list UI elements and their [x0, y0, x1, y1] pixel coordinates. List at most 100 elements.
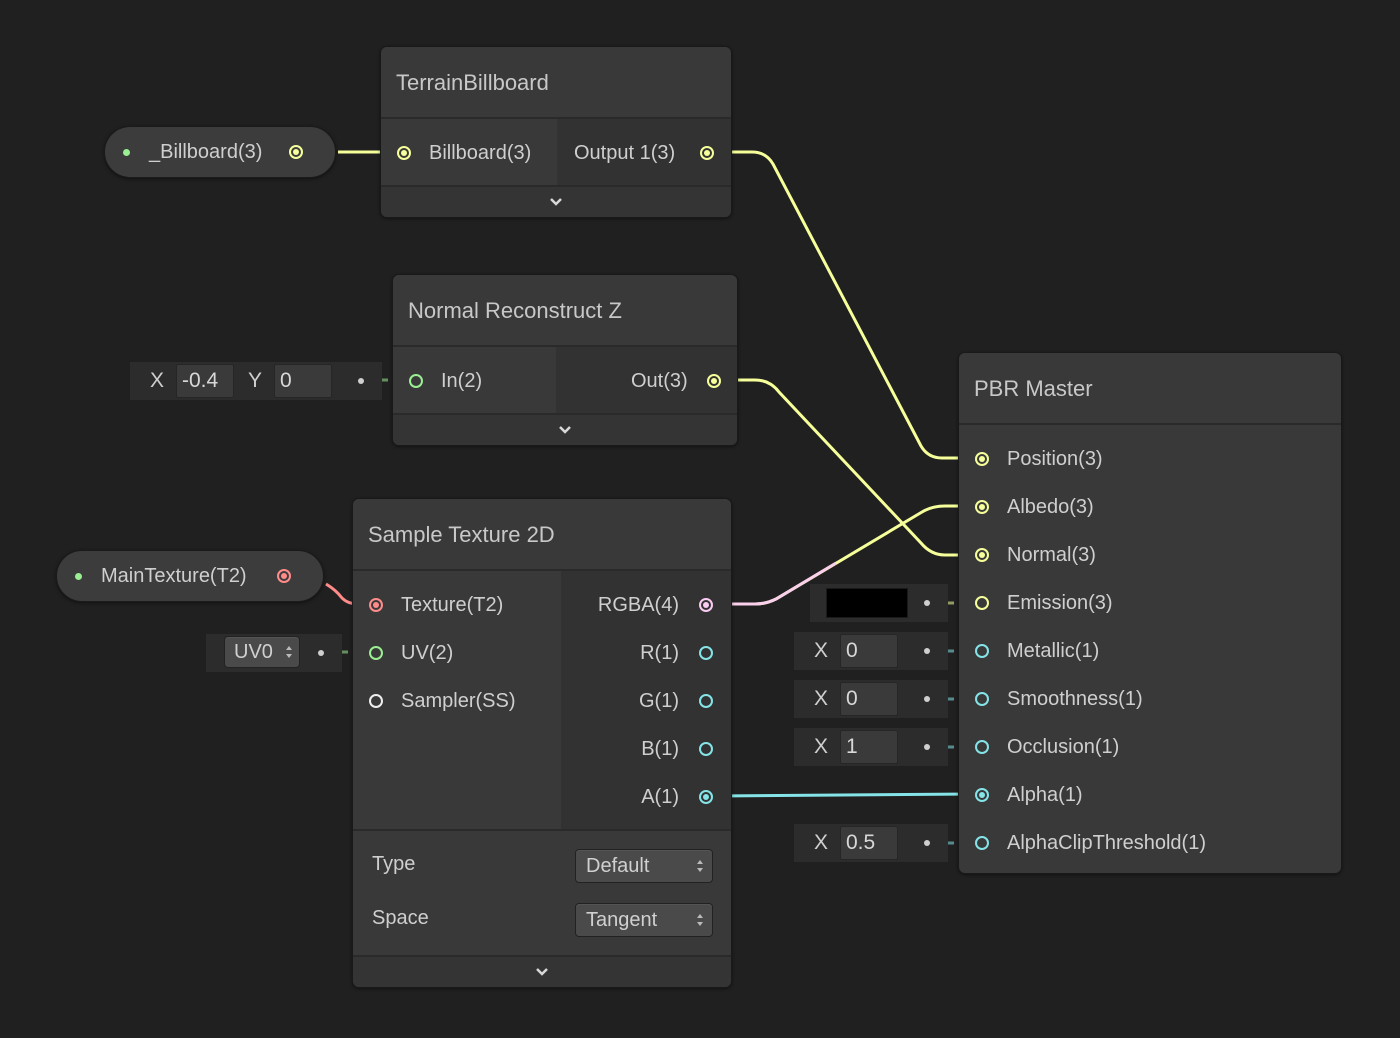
space-dropdown-value: Tangent [586, 909, 658, 931]
port-label: G(1) [639, 690, 679, 712]
port-label: In(2) [441, 370, 483, 392]
port-in[interactable]: In(2) [409, 357, 482, 405]
port-out[interactable]: Out(3) [631, 357, 721, 405]
port-smoothness[interactable]: Smoothness(1) [975, 675, 1143, 723]
port-output-dot[interactable] [699, 742, 713, 756]
x-axis-label: X [814, 687, 829, 710]
x-value-input[interactable]: -0.4 [176, 364, 234, 398]
node-title[interactable]: TerrainBillboard [381, 47, 731, 119]
port-label: Metallic(1) [1007, 640, 1100, 662]
port-output-dot[interactable] [699, 598, 713, 612]
port-output-dot[interactable] [699, 646, 713, 660]
port-input-dot[interactable] [975, 788, 989, 802]
port-input-dot[interactable] [369, 598, 383, 612]
port-input-dot[interactable] [975, 596, 989, 610]
chevron-down-icon [559, 426, 571, 434]
type-label: Type [372, 853, 416, 875]
port-emission[interactable]: Emission(3) [975, 579, 1113, 627]
port-sampler[interactable]: Sampler(SS) [369, 677, 515, 725]
smoothness-value-input[interactable]: 0 [840, 682, 898, 716]
emission-default-field [810, 584, 948, 622]
port-albedo[interactable]: Albedo(3) [975, 483, 1094, 531]
expand-toggle[interactable] [393, 413, 737, 445]
port-g[interactable]: G(1) [639, 677, 713, 725]
main-texture-property-label: MainTexture(T2) [101, 565, 247, 587]
billboard-property-output-port[interactable] [289, 145, 303, 159]
port-label: Billboard(3) [429, 142, 532, 164]
port-occlusion[interactable]: Occlusion(1) [975, 723, 1119, 771]
port-input-dot[interactable] [409, 374, 423, 388]
port-label: Position(3) [1007, 448, 1103, 470]
port-output-dot[interactable] [700, 146, 714, 160]
default-value-connector [358, 378, 364, 384]
terrain-billboard-node[interactable]: TerrainBillboard Billboard(3) Output 1(3… [380, 46, 732, 218]
port-r[interactable]: R(1) [640, 629, 713, 677]
port-output-dot[interactable] [699, 694, 713, 708]
wire-alpha [717, 792, 973, 798]
port-input-dot[interactable] [975, 500, 989, 514]
port-input-dot[interactable] [975, 836, 989, 850]
node-title[interactable]: Sample Texture 2D [353, 499, 731, 571]
port-alpha[interactable]: Alpha(1) [975, 771, 1083, 819]
property-exposed-icon [75, 573, 82, 580]
port-normal[interactable]: Normal(3) [975, 531, 1096, 579]
type-dropdown[interactable]: Default [575, 849, 713, 883]
expand-toggle[interactable] [353, 955, 731, 987]
emission-color-swatch[interactable] [826, 588, 908, 618]
main-texture-property-node[interactable]: MainTexture(T2) [56, 550, 324, 602]
port-input-dot[interactable] [369, 646, 383, 660]
billboard-property-node[interactable]: _Billboard(3) [104, 126, 336, 178]
port-a[interactable]: A(1) [641, 773, 713, 821]
space-dropdown[interactable]: Tangent [575, 903, 713, 937]
port-rgba[interactable]: RGBA(4) [598, 581, 713, 629]
node-title[interactable]: Normal Reconstruct Z [393, 275, 737, 347]
port-metallic[interactable]: Metallic(1) [975, 627, 1099, 675]
port-label: Output 1(3) [574, 142, 676, 164]
pbr-master-node[interactable]: PBR Master Position(3) Albedo(3) Normal(… [958, 352, 1342, 874]
port-billboard-input[interactable]: Billboard(3) [397, 129, 531, 177]
node-title[interactable]: PBR Master [959, 353, 1341, 425]
default-value-connector [924, 648, 930, 654]
updown-arrows-icon [697, 860, 703, 872]
shader-graph-canvas[interactable]: _Billboard(3) MainTexture(T2) TerrainBil… [0, 0, 1400, 1038]
normal-reconstruct-node[interactable]: Normal Reconstruct Z In(2) Out(3) [392, 274, 738, 446]
occlusion-value-input[interactable]: 1 [840, 730, 898, 764]
port-input-dot[interactable] [975, 548, 989, 562]
port-output-dot[interactable] [707, 374, 721, 388]
port-uv[interactable]: UV(2) [369, 629, 453, 677]
x-axis-label: X [814, 639, 829, 662]
port-label: Sampler(SS) [401, 690, 516, 712]
port-input-dot[interactable] [975, 644, 989, 658]
metallic-value-input[interactable]: 0 [840, 634, 898, 668]
port-label: Normal(3) [1007, 544, 1096, 566]
port-output-dot[interactable] [699, 790, 713, 804]
alpha-clip-value-input[interactable]: 0.5 [840, 826, 898, 860]
y-value-input[interactable]: 0 [274, 364, 332, 398]
port-input-dot[interactable] [369, 694, 383, 708]
port-alpha-clip-threshold[interactable]: AlphaClipThreshold(1) [975, 819, 1206, 867]
port-label: Albedo(3) [1007, 496, 1094, 518]
port-position[interactable]: Position(3) [975, 435, 1103, 483]
uv-channel-dropdown[interactable]: UV0 [224, 636, 300, 668]
y-axis-label: Y [248, 369, 263, 392]
port-label: Texture(T2) [401, 594, 504, 616]
port-texture[interactable]: Texture(T2) [369, 581, 503, 629]
default-value-connector [924, 696, 930, 702]
default-value-connector [924, 840, 930, 846]
default-value-connector [924, 600, 930, 606]
sample-texture-2d-node[interactable]: Sample Texture 2D Texture(T2) UV(2) Samp… [352, 498, 732, 988]
updown-arrows-icon [697, 914, 703, 926]
type-dropdown-value: Default [586, 855, 650, 877]
port-input-dot[interactable] [975, 692, 989, 706]
port-input-dot[interactable] [397, 146, 411, 160]
main-texture-output-port[interactable] [277, 569, 291, 583]
port-input-dot[interactable] [975, 452, 989, 466]
expand-toggle[interactable] [381, 185, 731, 217]
port-label: Smoothness(1) [1007, 688, 1143, 710]
port-b[interactable]: B(1) [641, 725, 713, 773]
port-label: Out(3) [631, 370, 688, 392]
port-output-1[interactable]: Output 1(3) [574, 129, 714, 177]
port-label: Emission(3) [1007, 592, 1113, 614]
port-input-dot[interactable] [975, 740, 989, 754]
port-label: AlphaClipThreshold(1) [1007, 832, 1206, 854]
